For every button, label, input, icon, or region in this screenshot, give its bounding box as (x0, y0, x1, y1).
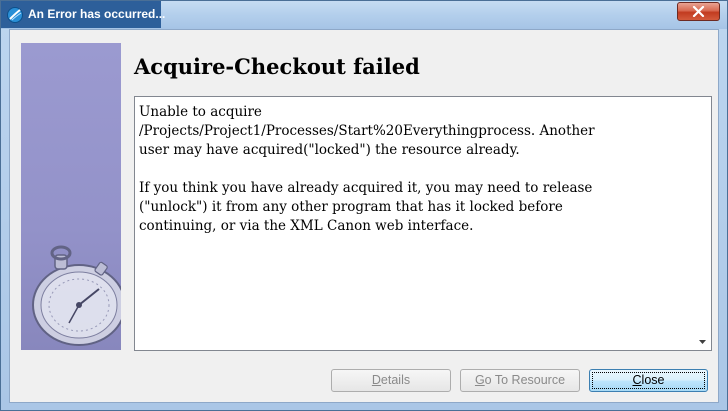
scroll-down-arrow-icon[interactable] (699, 340, 706, 344)
message-scrollbar[interactable] (694, 97, 711, 350)
go-to-resource-button-label: o To Resource (484, 373, 566, 387)
error-heading: Acquire-Checkout failed (134, 54, 420, 79)
app-logo-icon (7, 7, 23, 23)
error-dialog-window: An Error has occurred... Acquire-Checkou… (0, 0, 728, 411)
close-icon (692, 6, 705, 17)
dialog-client-area: Acquire-Checkout failed Unable to acquir… (9, 29, 719, 403)
go-to-resource-button[interactable]: Go To Resource (460, 369, 580, 392)
stopwatch-image (21, 43, 121, 350)
error-message-box[interactable]: Unable to acquire /Projects/Project1/Pro… (134, 96, 712, 351)
go-to-resource-button-mnemonic: G (474, 373, 485, 387)
details-button-mnemonic: D (371, 373, 381, 387)
error-message-text: Unable to acquire /Projects/Project1/Pro… (139, 104, 595, 234)
title-bar[interactable]: An Error has occurred... (1, 1, 727, 29)
details-button-label: etails (380, 373, 411, 387)
close-button[interactable]: Close (589, 369, 708, 392)
window-close-button[interactable] (677, 2, 720, 21)
focus-ring (592, 372, 705, 389)
details-button[interactable]: Details (331, 369, 451, 392)
window-title: An Error has occurred... (28, 7, 166, 21)
